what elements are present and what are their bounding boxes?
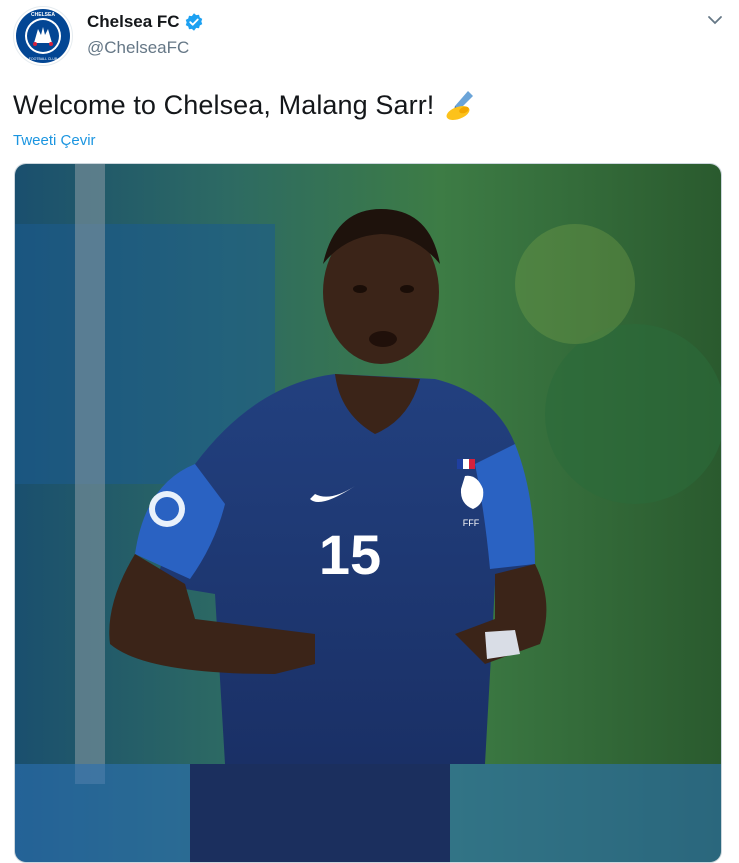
- avatar[interactable]: CHELSEA FOOTBALL CLUB: [13, 6, 73, 66]
- svg-text:CHELSEA: CHELSEA: [31, 12, 55, 18]
- more-options-button[interactable]: [705, 10, 725, 30]
- writing-hand-emoji-icon: [446, 91, 474, 120]
- chevron-down-icon: [708, 16, 722, 25]
- player-photo: 15 FFF: [15, 164, 721, 862]
- verified-badge-icon: [185, 13, 202, 31]
- display-name[interactable]: Chelsea FC: [87, 12, 180, 32]
- display-name-row[interactable]: Chelsea FC: [87, 12, 204, 32]
- shirt-number: 15: [319, 523, 381, 586]
- chelsea-crest-icon: CHELSEA FOOTBALL CLUB: [16, 9, 70, 63]
- tweet-media-photo[interactable]: 15 FFF: [14, 163, 722, 863]
- fff-badge-text: FFF: [463, 518, 480, 528]
- user-handle[interactable]: @ChelseaFC: [87, 38, 189, 58]
- tweet-text: Welcome to Chelsea, Malang Sarr!: [13, 88, 478, 122]
- translate-tweet-link[interactable]: Tweeti Çevir: [13, 132, 96, 149]
- svg-text:FOOTBALL CLUB: FOOTBALL CLUB: [29, 57, 58, 61]
- tweet-text-content: Welcome to Chelsea, Malang Sarr!: [13, 89, 435, 120]
